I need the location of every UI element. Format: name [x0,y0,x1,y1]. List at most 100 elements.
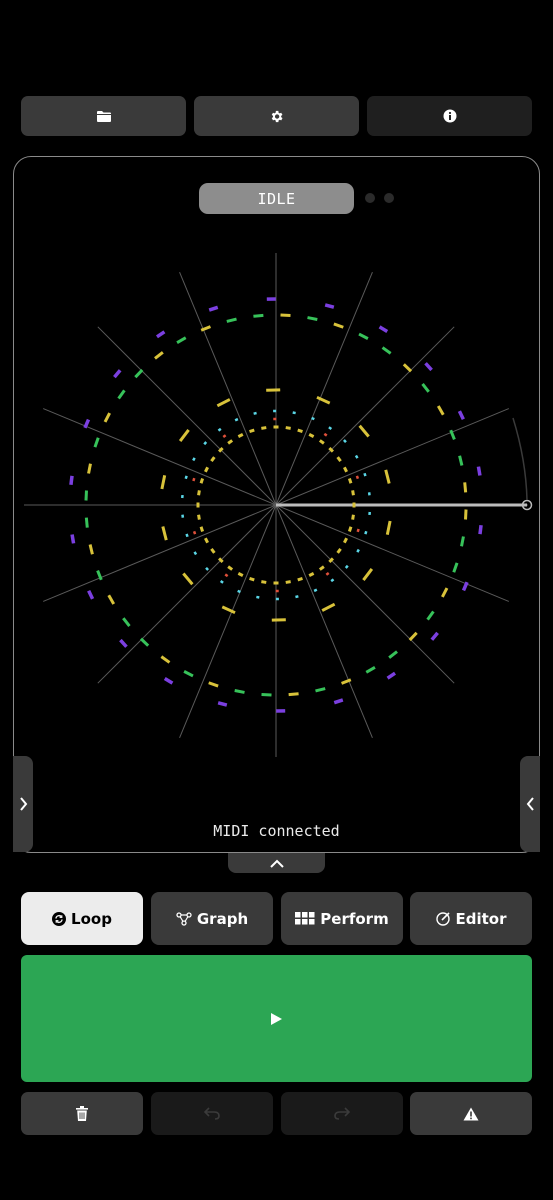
note-marker-cyan [193,551,198,556]
play-button[interactable] [21,955,532,1082]
note-marker-inner [308,572,315,577]
note-marker-outer [452,562,459,573]
grid-icon [295,912,315,925]
note-marker-outer [88,544,94,555]
note-marker-inner [237,433,244,438]
note-marker-middle [161,526,168,541]
tab-loop[interactable]: Loop [21,892,143,945]
note-marker-outer [288,692,299,697]
note-marker-outer [441,587,449,598]
note-marker-outer [107,594,116,605]
note-marker-inner [351,514,355,520]
note-marker-inner [204,466,209,473]
tab-editor[interactable]: Editor [410,892,532,945]
note-marker-middle [182,572,194,586]
note-marker-outer [402,363,413,373]
tab-editor-label: Editor [455,909,507,928]
note-marker-cyan [342,439,347,444]
redo-button[interactable] [281,1092,403,1135]
note-marker-outer [333,322,344,329]
note-marker-outer [154,351,164,360]
note-marker-red [325,571,330,576]
note-marker-cyan [292,411,296,415]
note-marker-purple [386,671,397,680]
note-marker-purple [208,305,219,312]
tab-perform[interactable]: Perform [281,892,403,945]
note-marker-inner [210,456,216,463]
note-marker-purple [119,638,128,648]
note-marker-cyan [364,530,368,535]
note-marker-inner [343,466,348,473]
note-marker-outer [93,437,100,448]
note-marker-inner [336,456,342,463]
note-marker-outer [315,687,326,693]
undo-button[interactable] [151,1092,273,1135]
note-marker-outer [134,368,144,379]
note-marker-purple [457,410,465,420]
note-marker-inner [336,547,342,554]
expand-panel-handle[interactable] [228,853,325,873]
delete-button[interactable] [21,1092,143,1135]
note-marker-red [323,432,328,437]
note-marker-red [192,530,197,535]
state-indicator: IDLE [199,183,354,214]
note-marker-outer [421,383,430,393]
warning-icon [463,1107,479,1120]
tab-perform-label: Perform [320,909,389,928]
graph-icon [176,911,192,926]
note-marker-purple [333,698,344,705]
note-marker-outer [307,316,318,321]
note-marker-inner [199,478,205,484]
note-marker-outer [103,412,111,423]
page-dot-1[interactable] [365,193,375,203]
note-marker-cyan [363,472,367,477]
note-marker-middle [358,424,370,438]
note-marker-outer [388,650,398,659]
note-marker-red [224,573,229,578]
note-marker-outer [253,313,264,318]
note-marker-cyan [234,417,239,422]
loop-icon [52,911,67,926]
note-marker-purple [424,362,433,372]
note-marker-cyan [203,441,208,446]
note-marker-inner [347,478,353,484]
chevron-right-icon [19,797,27,811]
note-marker-purple [430,631,439,641]
note-marker-purple [163,676,174,685]
note-marker-outer [117,389,126,400]
note-marker-outer [381,346,392,355]
note-marker-outer [426,610,435,621]
note-marker-middle [384,469,391,484]
note-marker-outer [463,482,468,493]
note-marker-inner [285,580,291,584]
playhead-arc [512,417,528,501]
note-marker-purple [155,330,166,339]
page-dot-2[interactable] [384,193,394,203]
edit-icon [435,912,450,926]
note-marker-cyan [192,457,196,462]
note-marker-middle [216,398,231,408]
redo-icon [334,1107,350,1120]
note-marker-inner [261,426,267,430]
note-marker-red [222,434,227,439]
note-marker-inner [285,426,291,430]
note-marker-purple [113,369,122,379]
note-marker-cyan [219,579,224,584]
note-marker-middle [321,602,336,612]
chevron-left-icon [526,797,534,811]
note-marker-inner [237,572,244,577]
note-marker-red [192,477,196,482]
note-marker-outer [160,655,171,664]
warning-button[interactable] [410,1092,532,1135]
note-marker-outer [436,405,445,416]
tab-graph[interactable]: Graph [151,892,273,945]
tab-graph-label: Graph [196,909,249,928]
note-marker-purple [70,534,76,544]
note-marker-purple [476,466,482,476]
note-marker-inner [199,526,205,532]
note-marker-inner [308,433,315,438]
note-marker-middle [160,474,167,490]
note-marker-red [356,528,360,533]
note-marker-inner [210,547,216,554]
note-marker-red [355,475,360,480]
